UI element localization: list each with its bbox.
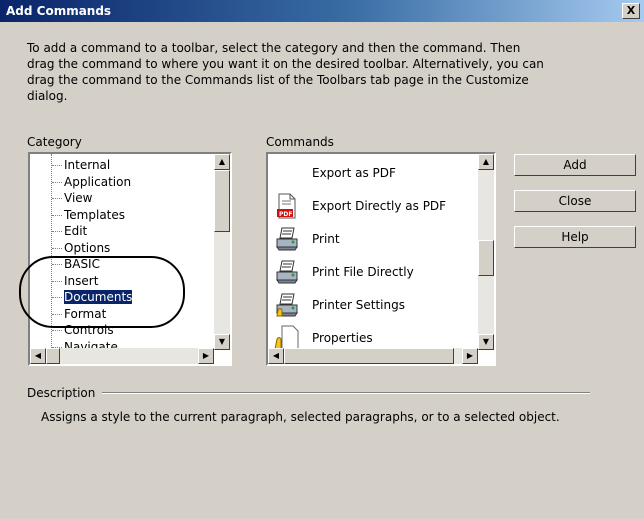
svg-text:PDF: PDF — [279, 211, 292, 218]
scroll-up-button[interactable]: ▲ — [214, 154, 230, 170]
category-item[interactable]: Edit — [64, 224, 87, 238]
command-item[interactable]: Export as PDF — [274, 158, 484, 188]
window-title: Add Commands — [6, 4, 112, 18]
export-pdf-icon — [274, 160, 300, 186]
command-label: Export Directly as PDF — [312, 199, 447, 213]
scroll-left-button[interactable]: ◀ — [268, 348, 284, 364]
tree-connector — [52, 214, 62, 216]
command-label: Export as PDF — [312, 166, 396, 180]
command-label: Properties — [312, 331, 373, 345]
command-label: Printer Settings — [312, 298, 405, 312]
category-item[interactable]: Options — [64, 241, 110, 255]
description-divider — [102, 392, 590, 394]
tree-connector — [52, 165, 62, 166]
scroll-left-button[interactable]: ◀ — [30, 348, 46, 364]
category-item[interactable]: Application — [64, 175, 131, 189]
scroll-thumb[interactable] — [214, 170, 230, 232]
category-horizontal-scrollbar[interactable]: ◀ ▶ — [30, 348, 214, 364]
description-text: Assigns a style to the current paragraph… — [41, 410, 560, 424]
add-button[interactable]: Add — [514, 154, 636, 176]
tree-connector — [52, 330, 62, 331]
printer-icon — [274, 259, 300, 285]
scroll-thumb[interactable] — [478, 240, 494, 276]
add-commands-dialog: Add Commands X To add a command to a too… — [0, 0, 644, 519]
category-item[interactable]: Templates — [64, 208, 125, 222]
commands-list[interactable]: Export as PDF PDF Export Directly as PDF Pr… — [266, 152, 496, 366]
scroll-thumb[interactable] — [46, 348, 60, 364]
commands-label: Commands — [266, 135, 334, 149]
tree-connector — [52, 231, 62, 232]
scroll-down-button[interactable]: ▼ — [214, 334, 230, 350]
title-bar: Add Commands X — [0, 0, 644, 22]
category-item[interactable]: Internal — [64, 158, 110, 172]
command-item[interactable]: PDF Export Directly as PDF — [274, 191, 484, 221]
description-label: Description — [27, 386, 96, 400]
close-button[interactable]: Close — [514, 190, 636, 212]
category-item[interactable]: View — [64, 191, 92, 205]
command-item[interactable]: Print File Directly — [274, 257, 484, 287]
highlight-annotation — [19, 256, 185, 328]
command-label: Print File Directly — [312, 265, 414, 279]
tree-connector — [52, 181, 62, 183]
command-item[interactable]: Print — [274, 224, 484, 254]
scroll-thumb[interactable] — [284, 348, 454, 364]
category-vertical-scrollbar[interactable]: ▲ ▼ — [214, 154, 230, 350]
tree-connector — [52, 247, 62, 249]
help-button[interactable]: Help — [514, 226, 636, 248]
scroll-right-button[interactable]: ▶ — [462, 348, 478, 364]
command-label: Print — [312, 232, 340, 246]
intro-text: To add a command to a toolbar, select th… — [27, 41, 544, 103]
scroll-right-button[interactable]: ▶ — [198, 348, 214, 364]
scroll-up-button[interactable]: ▲ — [478, 154, 494, 170]
tree-connector — [52, 198, 62, 199]
command-item[interactable]: Printer Settings — [274, 290, 484, 320]
scroll-down-button[interactable]: ▼ — [478, 334, 494, 350]
commands-horizontal-scrollbar[interactable]: ◀ ▶ — [268, 348, 478, 364]
commands-vertical-scrollbar[interactable]: ▲ ▼ — [478, 154, 494, 350]
printer-settings-icon — [274, 292, 300, 318]
printer-icon — [274, 226, 300, 252]
pdf-document-icon: PDF — [274, 193, 300, 219]
close-window-button[interactable]: X — [622, 3, 640, 19]
category-label: Category — [27, 135, 82, 149]
